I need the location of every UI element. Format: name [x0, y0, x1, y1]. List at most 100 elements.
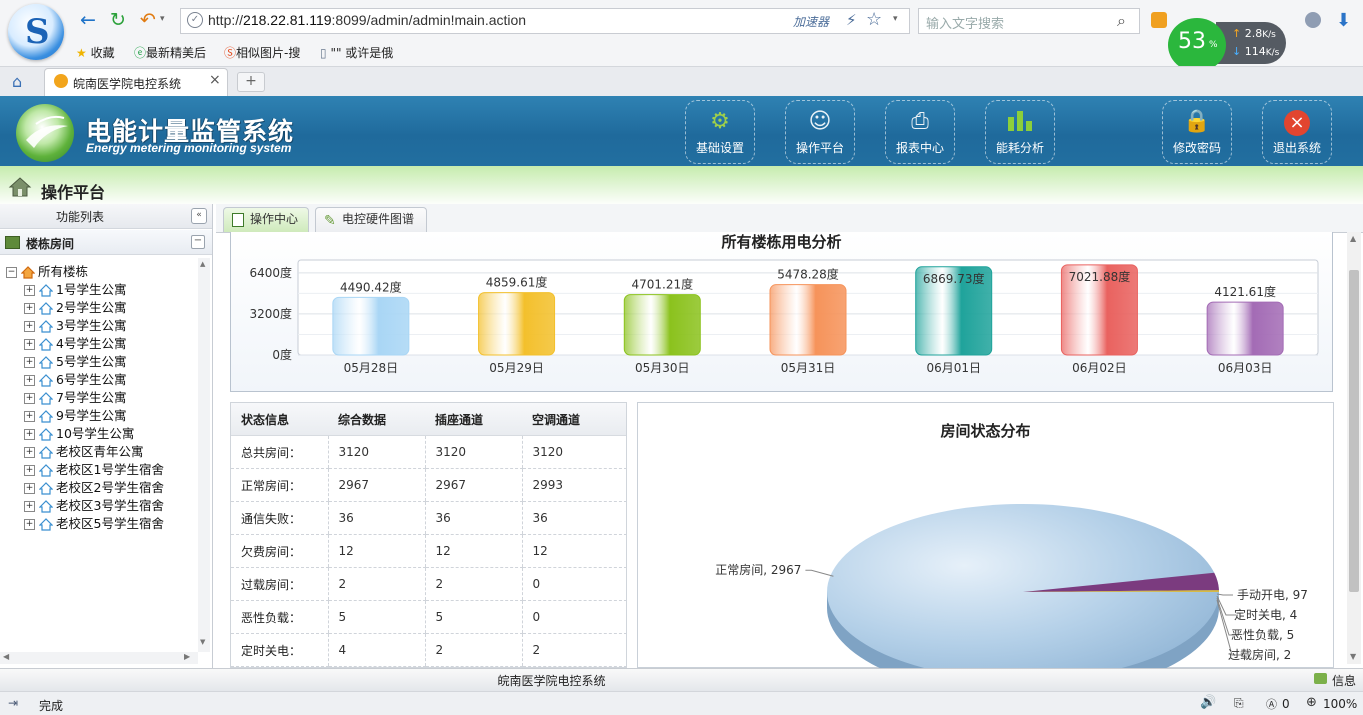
tree-item[interactable]: +7号学生公寓	[24, 389, 126, 407]
x-tick-label: 05月29日	[489, 361, 544, 375]
lock-icon: 🔒	[1181, 107, 1213, 137]
table-cell: 2	[425, 634, 522, 667]
tree-item[interactable]: +老校区1号学生宿舍	[24, 461, 164, 479]
tab-hardware-map[interactable]: ✎ 电控硬件图谱	[315, 207, 427, 232]
expand-icon[interactable]: +	[24, 465, 35, 476]
tree-item[interactable]: +老校区5号学生宿舍	[24, 515, 164, 533]
chevron-down-icon[interactable]: ▾	[893, 14, 898, 24]
tab-operation-center[interactable]: 操作中心	[223, 207, 309, 232]
zoom-icon[interactable]: ⊕	[1306, 695, 1317, 710]
basic-settings-button[interactable]: ⚙基础设置	[685, 100, 755, 164]
page-title: 操作平台	[41, 179, 105, 203]
browser-tab[interactable]: 皖南医学院电控系统 ×	[44, 68, 228, 96]
more-icon[interactable]	[1305, 12, 1321, 28]
expand-icon[interactable]: +	[24, 429, 35, 440]
table-cell: 3120	[425, 436, 522, 469]
expand-icon[interactable]: +	[24, 357, 35, 368]
table-cell: 2967	[425, 469, 522, 502]
search-icon[interactable]: ⌕	[1117, 11, 1126, 31]
browser-logo[interactable]: S	[8, 4, 64, 60]
expand-icon[interactable]: +	[24, 519, 35, 530]
logout-button[interactable]: ×退出系统	[1262, 100, 1332, 164]
tree-item[interactable]: +1号学生公寓	[24, 281, 126, 299]
expand-icon[interactable]: +	[24, 285, 35, 296]
message-icon[interactable]	[1314, 673, 1327, 684]
house-icon	[39, 518, 53, 531]
bookmark-favorites[interactable]: ★ 收藏	[76, 44, 115, 61]
pie-label: 手动开电, 97	[1237, 588, 1308, 602]
expand-icon[interactable]: +	[24, 321, 35, 332]
bookmark-3[interactable]: ▯ "" 或许是俄	[320, 44, 393, 61]
zoom-level[interactable]: 100%	[1323, 697, 1357, 711]
expand-icon[interactable]: +	[24, 447, 35, 458]
expand-icon[interactable]: +	[24, 303, 35, 314]
tree-item[interactable]: +9号学生公寓	[24, 407, 126, 425]
collapse-icon[interactable]: −	[6, 267, 17, 278]
tree-item-label: 老校区3号学生宿舍	[56, 498, 164, 513]
url-text[interactable]: http://218.22.81.119:8099/admin/admin!ma…	[208, 12, 526, 28]
collapse-left-icon[interactable]: «	[191, 208, 207, 224]
home-icon[interactable]: ⌂	[12, 72, 22, 91]
table-row: 恶性负载：550	[231, 601, 627, 634]
operation-platform-button[interactable]: ☺操作平台	[785, 100, 855, 164]
tree-item[interactable]: +老校区青年公寓	[24, 443, 144, 461]
sidebar-toggle-icon[interactable]: ⇥	[8, 696, 18, 710]
report-center-button[interactable]: ⎙报表中心	[885, 100, 955, 164]
house-icon	[39, 374, 53, 387]
expand-icon[interactable]: +	[24, 483, 35, 494]
table-row: 总共房间：312031203120	[231, 436, 627, 469]
lightning-icon[interactable]: ⚡	[846, 11, 857, 29]
house-icon	[39, 446, 53, 459]
energy-analysis-button[interactable]: 能耗分析	[985, 100, 1055, 164]
volume-icon[interactable]: 🔊	[1200, 695, 1216, 710]
tree-item[interactable]: +4号学生公寓	[24, 335, 126, 353]
download-manager-icon[interactable]: ⎘	[1234, 696, 1244, 711]
tree-item[interactable]: +老校区2号学生宿舍	[24, 479, 164, 497]
bar	[770, 285, 846, 355]
memory-usage-circle[interactable]: 53%	[1168, 18, 1226, 72]
undo-icon[interactable]: ↶	[136, 8, 160, 32]
x-tick-label: 06月01日	[926, 361, 981, 375]
collapse-section-icon[interactable]: −	[191, 235, 205, 249]
download-icon[interactable]: ⬇	[1336, 10, 1351, 31]
accelerator-label[interactable]: 加速器	[793, 13, 829, 30]
tree-item[interactable]: +5号学生公寓	[24, 353, 126, 371]
expand-icon[interactable]: +	[24, 501, 35, 512]
search-placeholder: 输入文字搜索	[926, 13, 1004, 32]
adblock-icon[interactable]: Ⓐ	[1266, 696, 1277, 712]
tree-item[interactable]: +3号学生公寓	[24, 317, 126, 335]
close-icon[interactable]: ×	[209, 72, 221, 88]
tree-item[interactable]: + 老校区3号学生宿舍	[24, 497, 164, 515]
extension-icon[interactable]	[1151, 12, 1167, 28]
back-icon[interactable]: ←	[76, 8, 100, 32]
star-icon[interactable]: ☆	[866, 9, 882, 30]
expand-icon[interactable]: +	[24, 411, 35, 422]
chevron-down-icon[interactable]: ▾	[160, 14, 165, 24]
tree-scrollbar[interactable]: ▲ ▼	[198, 258, 210, 652]
table-row: 欠费房间：121212	[231, 535, 627, 568]
table-cell: 12	[425, 535, 522, 568]
bookmark-2[interactable]: Ⓢ相似图片-搜	[224, 44, 300, 61]
expand-icon[interactable]: +	[24, 393, 35, 404]
refresh-icon[interactable]: ↻	[106, 8, 130, 32]
tree-item[interactable]: +6号学生公寓	[24, 371, 126, 389]
home-icon	[8, 176, 32, 198]
change-password-button[interactable]: 🔒修改密码	[1162, 100, 1232, 164]
table-header: 插座通道	[425, 403, 522, 436]
tree-item[interactable]: +2号学生公寓	[24, 299, 126, 317]
tree-item[interactable]: +10号学生公寓	[24, 425, 134, 443]
footer-info[interactable]: 信息	[1332, 672, 1356, 689]
expand-icon[interactable]: +	[24, 375, 35, 386]
table-cell: 恶性负载：	[231, 601, 328, 634]
bar-chart-icon	[1004, 107, 1036, 137]
tree-root[interactable]: −所有楼栋	[6, 263, 88, 281]
expand-icon[interactable]: +	[24, 339, 35, 350]
house-icon	[39, 464, 53, 477]
tree-hscrollbar[interactable]: ◀ ▶	[0, 652, 198, 664]
data-label: 4859.61度	[486, 275, 548, 290]
new-tab-button[interactable]: +	[237, 72, 265, 92]
bookmark-1[interactable]: ⓔ最新精美后	[134, 44, 206, 61]
x-tick-label: 05月28日	[344, 361, 399, 375]
main-scrollbar-thumb[interactable]	[1349, 270, 1359, 592]
security-shield-icon[interactable]: ✓	[187, 12, 203, 28]
